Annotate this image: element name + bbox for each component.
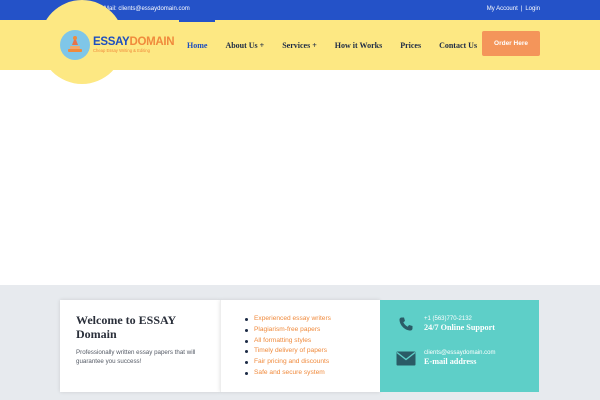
contact-card: +1 (563)770-2132 24/7 Online Support cli… bbox=[380, 300, 539, 392]
order-here-button[interactable]: Order Here bbox=[482, 31, 540, 56]
phone-contact[interactable]: +1 (563)770-2132 24/7 Online Support bbox=[396, 315, 495, 333]
email-contact[interactable]: clients@essaydomain.com E-mail address bbox=[396, 349, 495, 367]
features-card: Experienced essay writers Plagiarism-fre… bbox=[220, 300, 380, 392]
feature-item: Fair pricing and discounts bbox=[245, 357, 356, 368]
email-text: clients@essaydomain.com E-mail address bbox=[424, 350, 495, 366]
feature-item: Experienced essay writers bbox=[245, 314, 356, 325]
separator: | bbox=[520, 6, 523, 12]
nav-home[interactable]: Home bbox=[178, 18, 216, 50]
logo-word-domain: DOMAIN bbox=[129, 35, 175, 48]
my-account-link[interactable]: My Account bbox=[487, 6, 518, 12]
phone-label: 24/7 Online Support bbox=[424, 323, 495, 332]
login-link[interactable]: Login bbox=[525, 6, 540, 12]
phone-text: +1 (563)770-2132 24/7 Online Support bbox=[424, 316, 495, 332]
nav-services[interactable]: Services + bbox=[273, 41, 326, 50]
welcome-text: Professionally written essay papers that… bbox=[76, 348, 196, 366]
nav-contact-us[interactable]: Contact Us bbox=[430, 41, 486, 50]
logo-badge-icon bbox=[60, 30, 90, 60]
logo-word-essay: ESSAY bbox=[93, 35, 130, 48]
logo-text: ESSAYDOMAIN Cheap Essay Writing & Editin… bbox=[93, 35, 175, 54]
email-value: clients@essaydomain.com bbox=[424, 350, 496, 356]
nav-prices[interactable]: Prices bbox=[391, 41, 430, 50]
feature-item: All formatting styles bbox=[245, 336, 356, 347]
logo-tagline: Cheap Essay Writing & Editing bbox=[93, 48, 150, 54]
email-label: E-mail address bbox=[424, 357, 477, 366]
welcome-card: Welcome to ESSAY Domain Professionally w… bbox=[60, 300, 220, 392]
account-links: My Account | Login bbox=[487, 6, 540, 12]
envelope-icon bbox=[396, 349, 416, 367]
features-list: Experienced essay writers Plagiarism-fre… bbox=[245, 314, 356, 379]
nav-how-it-works[interactable]: How it Works bbox=[326, 41, 391, 50]
feature-item: Plagiarism-free papers bbox=[245, 325, 356, 336]
mail-info: Mail: clients@essaydomain.com bbox=[104, 6, 190, 12]
site-logo[interactable]: ESSAYDOMAIN Cheap Essay Writing & Editin… bbox=[60, 30, 175, 60]
logo-wordmark: ESSAYDOMAIN bbox=[93, 35, 175, 49]
nav-about-us[interactable]: About Us + bbox=[216, 41, 273, 50]
phone-icon bbox=[396, 315, 416, 333]
main-nav: Home About Us + Services + How it Works … bbox=[178, 18, 486, 70]
feature-item: Timely delivery of papers bbox=[245, 346, 356, 357]
welcome-title: Welcome to ESSAY Domain bbox=[76, 313, 176, 341]
feature-item: Safe and secure system bbox=[245, 368, 356, 379]
mail-link[interactable]: clients@essaydomain.com bbox=[118, 6, 189, 12]
phone-number: +1 (563)770-2132 bbox=[424, 316, 472, 322]
